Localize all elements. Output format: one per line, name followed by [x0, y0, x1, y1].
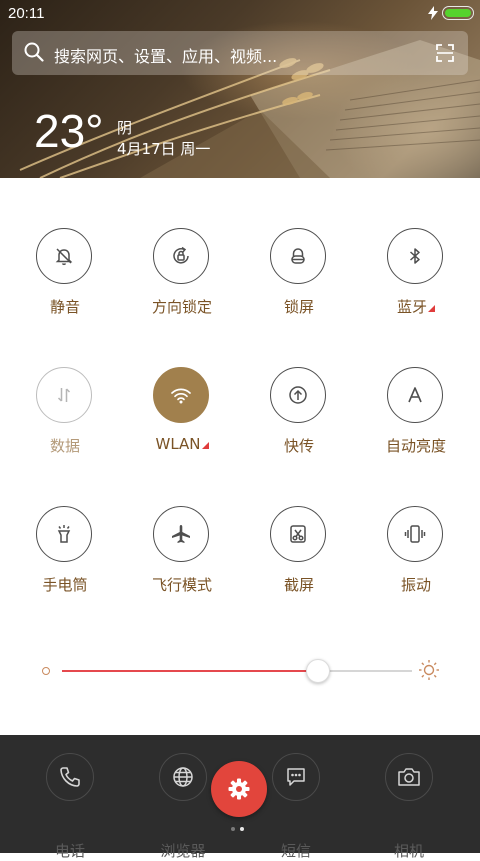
settings-button[interactable] — [211, 761, 267, 817]
more-indicator-icon — [201, 442, 209, 449]
toggle-wlan[interactable]: WLAN — [127, 367, 237, 477]
weather-date: 4月17日 周一 — [117, 140, 211, 158]
screenshot-icon — [290, 525, 306, 543]
wifi-icon — [171, 388, 191, 404]
status-time: 20:11 — [8, 5, 45, 22]
bluetooth-icon — [410, 248, 420, 264]
toggle-rotation-lock[interactable]: 方向锁定 — [127, 228, 237, 338]
dock-app-camera-label: 相机 — [393, 842, 424, 860]
page-dot — [240, 827, 244, 831]
toggle-lock-screen-button[interactable] — [270, 228, 326, 284]
toggle-airplane[interactable]: 飞行模式 — [127, 506, 237, 616]
airplane-icon — [172, 525, 190, 543]
message-icon — [287, 768, 305, 786]
search-icon — [24, 42, 44, 62]
page-dot — [231, 827, 235, 831]
toggle-auto-brightness-label: 自动亮度 — [385, 437, 446, 455]
header-wallpaper: 20:11 搜索网页、设置、应用、视频... 23° 阴 4月17日 周一 — [0, 0, 480, 178]
dock-app-phone[interactable]: 电话 — [25, 753, 115, 860]
toggle-quick-share[interactable]: 快传 — [244, 367, 354, 477]
toggle-auto-brightness-button[interactable] — [387, 367, 443, 423]
bell-off-icon — [55, 248, 73, 266]
page-indicator — [231, 827, 244, 831]
toggle-wlan-button[interactable] — [153, 367, 209, 423]
toggle-silent-label: 静音 — [49, 298, 80, 316]
toggle-auto-brightness[interactable]: 自动亮度 — [361, 367, 471, 477]
temperature: 23° — [34, 105, 104, 157]
flashlight-icon — [57, 525, 71, 543]
auto-brightness-icon — [408, 387, 422, 403]
toggle-lock-screen-label: 锁屏 — [283, 298, 314, 316]
globe-icon — [173, 767, 193, 787]
weather-condition: 阴 — [117, 119, 133, 137]
brightness-thumb[interactable] — [305, 659, 330, 683]
globe-icon-circle[interactable] — [159, 753, 207, 801]
battery-fill — [445, 9, 471, 17]
search-bar[interactable]: 搜索网页、设置、应用、视频... — [12, 31, 468, 75]
brightness-track[interactable] — [62, 659, 412, 683]
search-placeholder[interactable]: 搜索网页、设置、应用、视频... — [54, 43, 277, 67]
toggle-bluetooth-button[interactable] — [387, 228, 443, 284]
toggle-airplane-button[interactable] — [153, 506, 209, 562]
scan-icon[interactable] — [436, 44, 454, 62]
bolt-icon — [428, 6, 438, 20]
camera-icon-circle[interactable] — [385, 753, 433, 801]
share-upload-icon — [289, 386, 307, 404]
brightness-low-icon — [42, 667, 50, 675]
dock-app-messages-label: 短信 — [280, 842, 311, 860]
toggle-bluetooth[interactable]: 蓝牙 — [361, 228, 471, 338]
phone-icon — [60, 767, 80, 787]
toggle-silent-button[interactable] — [36, 228, 92, 284]
toggle-screenshot-button[interactable] — [270, 506, 326, 562]
dock-app-camera[interactable]: 相机 — [364, 753, 454, 860]
toggle-quick-share-label: 快传 — [283, 437, 314, 455]
status-bar: 20:11 — [0, 0, 480, 26]
toggle-wlan-label: WLAN — [127, 435, 237, 453]
toggle-mobile-data-label: 数据 — [49, 437, 80, 455]
toggle-screenshot-label: 截屏 — [283, 576, 314, 594]
toggle-silent[interactable]: 静音 — [10, 228, 120, 338]
brightness-slider[interactable] — [0, 650, 480, 694]
toggle-quick-share-button[interactable] — [270, 367, 326, 423]
quick-toggles-grid: 静音 方向锁定 锁屏 蓝牙 数据 WLAN 快传 自动亮度 手电筒 飞行模式 截… — [0, 178, 480, 638]
brightness-fill — [62, 670, 318, 672]
brightness-high-icon — [419, 660, 439, 680]
camera-icon — [398, 768, 420, 786]
lock-icon — [291, 248, 305, 264]
toggle-lock-screen[interactable]: 锁屏 — [244, 228, 354, 338]
more-indicator-icon — [428, 305, 435, 312]
dock-app-browser-label: 浏览器 — [160, 842, 206, 860]
toggle-screenshot[interactable]: 截屏 — [244, 506, 354, 616]
toggle-mobile-data-button[interactable] — [36, 367, 92, 423]
toggle-rotation-lock-label: 方向锁定 — [151, 298, 212, 316]
toggle-airplane-label: 飞行模式 — [151, 576, 212, 594]
toggle-flashlight-label: 手电筒 — [42, 576, 88, 594]
phone-icon-circle[interactable] — [46, 753, 94, 801]
mobile-data-icon — [57, 388, 71, 402]
dock-app-messages[interactable]: 短信 — [251, 753, 341, 860]
status-icons — [428, 6, 474, 20]
toggle-vibrate[interactable]: 振动 — [361, 506, 471, 616]
gear-icon — [228, 778, 250, 800]
battery-icon — [442, 6, 474, 20]
toggle-bluetooth-label: 蓝牙 — [361, 296, 471, 317]
rotation-lock-icon — [173, 246, 189, 264]
toggle-flashlight[interactable]: 手电筒 — [10, 506, 120, 616]
toggle-rotation-lock-button[interactable] — [153, 228, 209, 284]
toggle-mobile-data[interactable]: 数据 — [10, 367, 120, 477]
toggle-vibrate-button[interactable] — [387, 506, 443, 562]
message-icon-circle[interactable] — [272, 753, 320, 801]
dock-app-phone-label: 电话 — [54, 842, 85, 860]
toggle-vibrate-label: 振动 — [400, 576, 431, 594]
toggle-flashlight-button[interactable] — [36, 506, 92, 562]
vibrate-icon — [404, 525, 426, 543]
